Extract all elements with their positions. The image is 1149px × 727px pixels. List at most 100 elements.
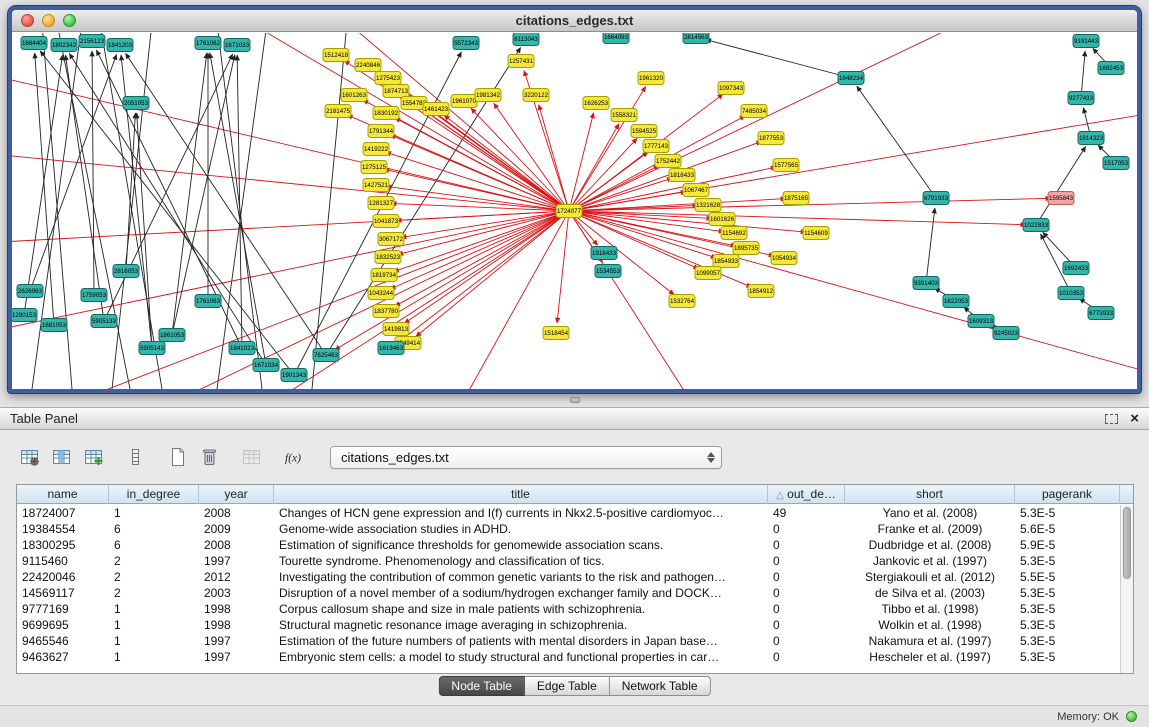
graph-hub-node[interactable]: 1724077	[556, 205, 582, 218]
graph-node[interactable]: 1671033	[224, 39, 250, 52]
graph-node[interactable]: 1532764	[669, 295, 695, 308]
graph-node[interactable]: 7625463	[313, 349, 339, 362]
graph-node[interactable]: 1275125	[361, 161, 387, 174]
graph-node[interactable]: 1601263	[341, 89, 367, 102]
table-selector-dropdown[interactable]: citations_edges.txt	[330, 446, 722, 469]
graph-node[interactable]: 1841203	[107, 39, 133, 52]
graph-node[interactable]: 1874713	[383, 85, 409, 98]
graph-node[interactable]: 1759053	[81, 289, 107, 302]
graph-node[interactable]: 1512418	[323, 49, 349, 62]
graph-node[interactable]: 3220122	[523, 89, 549, 102]
graph-node[interactable]: 1961320	[638, 72, 664, 85]
graph-node[interactable]: 1290153	[12, 309, 37, 322]
network-graph[interactable]: 1512418 2240846 1275423 1601263 2181475 …	[12, 33, 1137, 389]
row-height-icon[interactable]	[122, 444, 149, 470]
graph-node[interactable]: 1648234	[838, 72, 864, 85]
table-row[interactable]: 1830029562008Estimation of significance …	[17, 537, 1120, 553]
graph-node[interactable]: 1281327	[368, 197, 394, 210]
graph-node[interactable]: 1901343	[281, 369, 307, 382]
graph-node[interactable]: 1595843	[1048, 192, 1074, 205]
graph-node[interactable]: 1861053	[159, 329, 185, 342]
graph-node[interactable]: 1830192	[373, 107, 399, 120]
table-row[interactable]: 911546021997Tourette syndrome. Phenomeno…	[17, 553, 1120, 569]
tab-network-table[interactable]: Network Table	[610, 676, 711, 696]
graph-node[interactable]: 1067467	[683, 184, 709, 197]
graph-node[interactable]: 9191443	[1073, 35, 1099, 48]
column-header-name[interactable]: name	[17, 485, 109, 504]
graph-node[interactable]: 1534553	[595, 265, 621, 278]
graph-node[interactable]: 1818433	[669, 169, 695, 182]
graph-node[interactable]: 1981342	[475, 89, 501, 102]
graph-node[interactable]: 1777143	[643, 140, 669, 153]
graph-node[interactable]: 1918433	[591, 247, 617, 260]
table-row[interactable]: 969969511998Structural magnetic resonanc…	[17, 617, 1120, 633]
column-header-in_degree[interactable]: in_degree	[109, 485, 199, 504]
graph-node[interactable]: 1154692	[721, 227, 747, 240]
graph-node[interactable]: 1961070	[451, 95, 477, 108]
graph-node[interactable]: 5572343	[453, 37, 479, 50]
graph-node[interactable]: 1761062	[195, 37, 221, 50]
graph-node[interactable]: 1257431	[508, 55, 534, 68]
graph-node[interactable]: 1622053	[943, 295, 969, 308]
tab-edge-table[interactable]: Edge Table	[525, 676, 610, 696]
graph-node[interactable]: 1841023	[229, 342, 255, 355]
table-row[interactable]: 977716911998Corpus callosum shape and si…	[17, 601, 1120, 617]
graph-node[interactable]: 2814563	[683, 33, 709, 44]
graph-node[interactable]: 1681053	[41, 319, 67, 332]
graph-node[interactable]: 1601626	[709, 213, 735, 226]
table-row[interactable]: 1456911722003Disruption of a novel membe…	[17, 585, 1120, 601]
minimize-window-button[interactable]	[42, 14, 55, 27]
graph-node[interactable]: 2156123	[79, 35, 105, 48]
graph-node[interactable]: 1518454	[543, 327, 569, 340]
graph-node[interactable]: 1419222	[363, 143, 389, 156]
graph-node[interactable]: 1692453	[1098, 62, 1124, 75]
graph-node[interactable]: 1419813	[383, 323, 409, 336]
new-column-icon[interactable]	[80, 444, 107, 470]
graph-node[interactable]: 1427521	[363, 179, 389, 192]
window-titlebar[interactable]: citations_edges.txt	[12, 10, 1137, 32]
scrollbar-thumb[interactable]	[1123, 507, 1131, 579]
close-panel-icon[interactable]: ×	[1130, 412, 1139, 426]
graph-node[interactable]: 1054934	[771, 252, 797, 265]
column-header-pagerank[interactable]: pagerank	[1015, 485, 1120, 504]
graph-node[interactable]: 1877553	[758, 132, 784, 145]
graph-node[interactable]: 7485034	[741, 105, 767, 118]
graph-node[interactable]: 1099057	[695, 267, 721, 280]
graph-node[interactable]: 2626963	[17, 285, 43, 298]
function-builder-icon[interactable]: f(x)	[280, 444, 307, 470]
graph-node[interactable]: 1626253	[583, 97, 609, 110]
table-row[interactable]: 946554611997Estimation of the future num…	[17, 633, 1120, 649]
graph-node[interactable]: 6791933	[923, 192, 949, 205]
graph-node[interactable]: 9391403	[913, 277, 939, 290]
graph-node[interactable]: 1664404	[21, 37, 47, 50]
table-row[interactable]: 2242004622012Investigating the contribut…	[17, 569, 1120, 585]
graph-node[interactable]: 6773933	[1088, 307, 1114, 320]
table-row[interactable]: 946362711997Embryonic stem cells: a mode…	[17, 649, 1120, 665]
graph-node[interactable]: 1043244	[368, 287, 394, 300]
graph-node[interactable]: 9245023	[993, 327, 1019, 340]
network-canvas[interactable]: 1512418 2240846 1275423 1601263 2181475 …	[12, 33, 1137, 389]
graph-node[interactable]: 1854933	[713, 255, 739, 268]
graph-node[interactable]: 1517053	[1103, 157, 1129, 170]
graph-node[interactable]: 1097343	[718, 82, 744, 95]
table-scrollbar[interactable]	[1120, 505, 1133, 673]
graph-node[interactable]: 1664093	[603, 33, 629, 44]
graph-node[interactable]: 1558321	[611, 109, 637, 122]
table-row[interactable]: 1938455462009Genome-wide association stu…	[17, 521, 1120, 537]
graph-node[interactable]: 1154609	[803, 227, 829, 240]
graph-node[interactable]: 9277433	[1068, 92, 1094, 105]
graph-node[interactable]: 1022833	[1023, 219, 1049, 232]
graph-node[interactable]: 1802342	[51, 39, 77, 52]
graph-node[interactable]: 1010353	[1058, 287, 1084, 300]
graph-node[interactable]: 1577565	[773, 159, 799, 172]
close-window-button[interactable]	[21, 14, 34, 27]
splitter-grip-icon[interactable]	[570, 397, 580, 403]
graph-node[interactable]: 1692433	[1063, 262, 1089, 275]
column-visibility-icon[interactable]	[48, 444, 75, 470]
new-table-icon[interactable]	[164, 444, 191, 470]
graph-node[interactable]: 8113043	[513, 33, 539, 46]
column-header-short[interactable]: short	[845, 485, 1015, 504]
tab-node-table[interactable]: Node Table	[438, 676, 525, 696]
graph-node[interactable]: 1609313	[968, 315, 994, 328]
column-header-title[interactable]: title	[274, 485, 768, 504]
